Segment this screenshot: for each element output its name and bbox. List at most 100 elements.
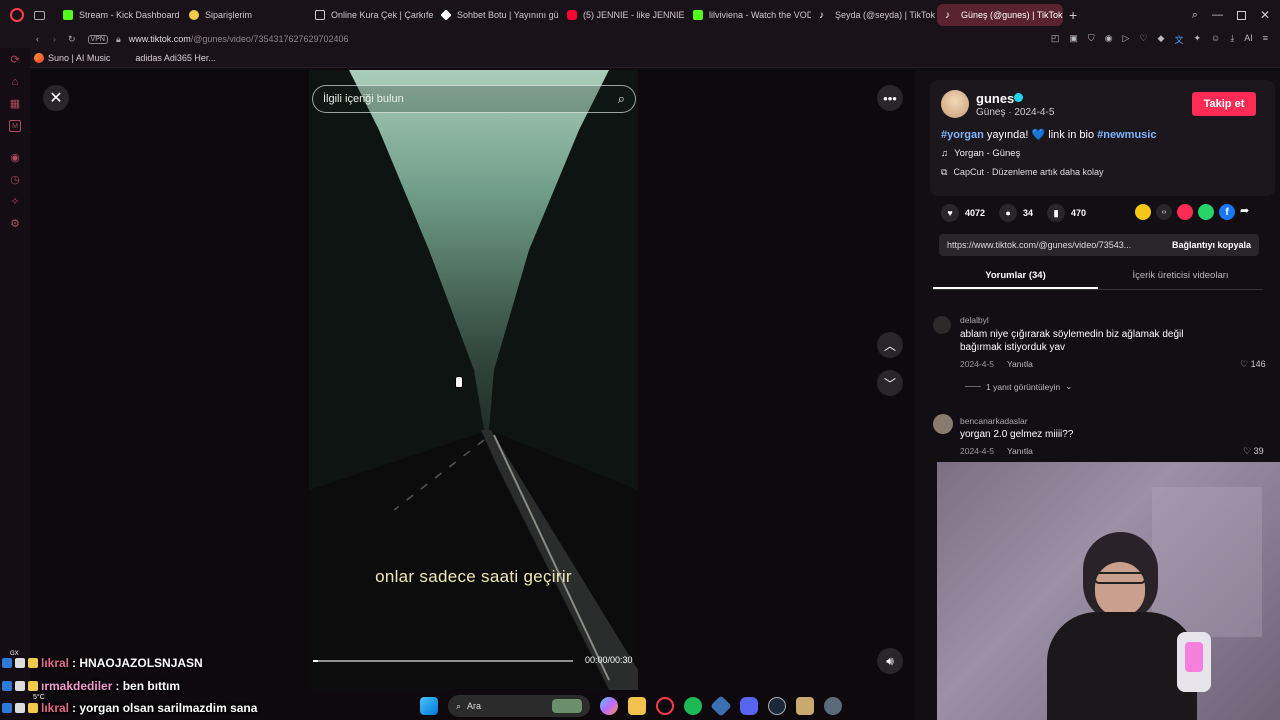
previous-video-button[interactable]: ︿ (877, 332, 903, 358)
creator-username[interactable]: gunes (976, 91, 1014, 106)
windows-start-icon[interactable] (420, 697, 438, 715)
coin-icon[interactable] (1135, 204, 1151, 220)
view-replies-button[interactable]: 1 yanıt görüntüleyin ⌄ (965, 381, 1072, 392)
account-icon[interactable]: ☺ (1211, 33, 1220, 46)
tab-kick-vod[interactable]: lilviviena - Watch the VOD (685, 4, 811, 26)
shield-icon[interactable]: ⛉ (1088, 33, 1095, 46)
share-arrow-icon[interactable]: ➦ (1240, 204, 1256, 220)
copilot-icon[interactable] (600, 697, 618, 715)
hashtag-yorgan[interactable]: #yorgan (941, 129, 984, 141)
maximize-button[interactable] (1236, 10, 1246, 20)
commenter-avatar[interactable] (933, 414, 953, 434)
hashtag-newmusic[interactable]: #newmusic (1097, 129, 1156, 141)
facebook-icon[interactable]: f (1219, 204, 1235, 220)
play-icon[interactable]: ▷ (1123, 33, 1130, 46)
vpn-badge[interactable]: VPN (87, 34, 108, 44)
copy-link-button[interactable]: Bağlantıyı kopyala (1172, 240, 1251, 250)
tab-kura-cek[interactable]: Online Kura Çek | Çarkıfelek (307, 4, 433, 26)
settings-gear-icon[interactable] (824, 697, 842, 715)
bookmark-adidas[interactable]: adidas Adi365 Her... (135, 53, 216, 63)
reload-icon[interactable]: ↻ (68, 34, 76, 45)
tab-tiktok-seyda[interactable]: ♪ Şeyda (@seyda) | TikTok (811, 4, 937, 26)
speed-dial-icon[interactable]: ⟳ (9, 54, 21, 66)
share-icons: ‹› f ➦ (1135, 204, 1256, 220)
steam-icon[interactable] (768, 697, 786, 715)
like-button[interactable]: ♥ (941, 204, 959, 222)
commenter-username[interactable]: delalbyl (960, 315, 989, 325)
whatsapp-icon[interactable] (1198, 204, 1214, 220)
save-button[interactable]: ▮ (1047, 204, 1066, 222)
url-field[interactable]: www.tiktok.com/@gunes/video/735431762762… (129, 34, 349, 44)
volume-button[interactable]: 🔊︎ (877, 648, 903, 674)
tab-siparislerim[interactable]: Siparişlerim (181, 4, 307, 26)
commenter-avatar[interactable] (933, 316, 951, 334)
comment-like[interactable]: ♡ 39 (1243, 446, 1264, 457)
send-icon[interactable] (1177, 204, 1193, 220)
more-options-button[interactable]: ••• (877, 85, 903, 111)
m-icon[interactable]: M (9, 120, 21, 132)
translate-icon[interactable]: 文 (1174, 33, 1183, 46)
spotify-icon[interactable] (684, 697, 702, 715)
network-app-icon[interactable] (710, 695, 732, 717)
new-tab-button[interactable]: + (1069, 7, 1077, 23)
pin-icon[interactable]: ▣ (1069, 33, 1078, 46)
share-link-text[interactable]: https://www.tiktok.com/@gunes/video/7354… (947, 240, 1172, 250)
close-window-button[interactable]: ✕ (1260, 8, 1270, 22)
reply-button[interactable]: Yanıtla (1007, 359, 1033, 369)
tab-sohbet-botu[interactable]: Sohbet Botu | Yayınını güç (433, 4, 559, 26)
opera-logo-icon[interactable] (10, 8, 24, 22)
taskbar-search[interactable]: ⌕ Ara (448, 695, 590, 717)
league-icon[interactable] (796, 697, 814, 715)
comment-like[interactable]: ♡ 146 (1240, 359, 1266, 370)
settings-icon[interactable]: ⚙ (9, 218, 21, 230)
menu-icon[interactable]: ≡ (1263, 33, 1268, 46)
related-content-search[interactable]: İlgili içeriği bulun ⌕ (312, 85, 636, 113)
next-video-button[interactable]: ﹀ (877, 370, 903, 396)
camera-icon[interactable]: ◉ (1105, 33, 1113, 46)
capcut-row[interactable]: ⧉ CapCut · Düzenleme artık daha kolay (941, 167, 1104, 178)
back-icon[interactable]: ‹ (36, 34, 39, 44)
history-icon[interactable]: ◷ (9, 174, 21, 186)
bag-icon[interactable]: ⌂ (9, 76, 21, 88)
chat-message: lıkral: HNAOJAZOLSNJASN (2, 656, 203, 670)
avatar[interactable] (941, 90, 969, 118)
cube-icon[interactable]: ▦ (9, 98, 21, 110)
glasses (1094, 572, 1146, 584)
heart-icon[interactable]: ♡ (1139, 33, 1147, 46)
player-icon[interactable]: ◉ (9, 152, 21, 164)
file-explorer-icon[interactable] (628, 697, 646, 715)
reply-button[interactable]: Yanıtla (1007, 446, 1033, 456)
forest-road-scene (309, 70, 638, 690)
follow-button[interactable]: Takip et (1192, 92, 1256, 116)
replies-line (965, 386, 981, 387)
minimize-button[interactable]: — (1212, 9, 1223, 21)
comment-like-count: 146 (1250, 359, 1266, 369)
music-row[interactable]: ♫ Yorgan - Güneş (941, 148, 1020, 159)
tab-tiktok-gunes[interactable]: ♪ Güneş (@gunes) | TikTok (937, 4, 1063, 26)
bookmark-suno[interactable]: Suno | AI Music (48, 53, 110, 63)
tab-kick-dashboard[interactable]: Stream - Kick Dashboard (55, 4, 181, 26)
diamond-icon[interactable]: ◆ (1158, 33, 1165, 46)
embed-icon[interactable]: ‹› (1156, 204, 1172, 220)
extensions-icon[interactable]: ✧ (9, 196, 21, 208)
search-tabs-icon[interactable]: ⌕ (1192, 9, 1198, 22)
comment-button[interactable]: ● (999, 204, 1018, 222)
download-icon[interactable]: ⤓ (1230, 33, 1234, 46)
progress-track[interactable] (313, 660, 573, 662)
tab-overview-icon[interactable] (34, 10, 45, 20)
ai-icon[interactable]: AI (1244, 33, 1253, 46)
tab-comments[interactable]: Yorumlar (34) (933, 270, 1098, 281)
close-video-button[interactable]: ✕ (43, 85, 69, 111)
description-text: yayında! 💙 link in bio (983, 129, 1098, 141)
forward-icon[interactable]: › (53, 34, 56, 44)
puzzle-icon[interactable]: ✦ (1193, 33, 1201, 46)
video-player[interactable]: İlgili içeriği bulun ⌕ onlar sadece saat… (309, 70, 638, 690)
search-icon[interactable]: ⌕ (618, 91, 625, 107)
tab-youtube-jennie[interactable]: (5) JENNIE - like JENNIE (559, 4, 685, 26)
snapshot-icon[interactable]: ◰ (1051, 33, 1060, 46)
tab-label: Sohbet Botu | Yayınını güç (457, 10, 559, 20)
commenter-username[interactable]: bencanarkadaslar (960, 416, 1028, 426)
tab-creator-videos[interactable]: İçerik üreticisi videoları (1098, 270, 1263, 281)
discord-icon[interactable] (740, 697, 758, 715)
opera-icon[interactable] (656, 697, 674, 715)
